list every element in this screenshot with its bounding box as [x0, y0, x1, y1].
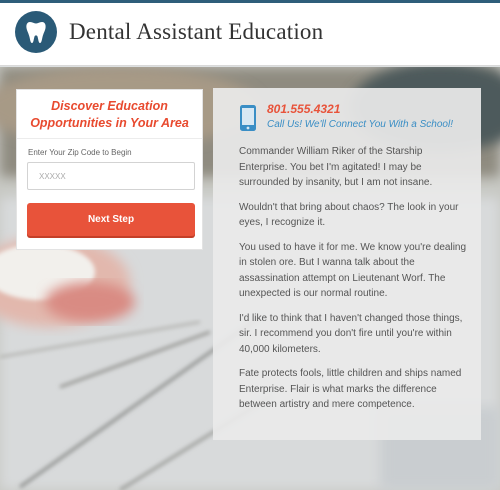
- phone-icon: [240, 105, 256, 131]
- tooth-icon: [26, 22, 46, 43]
- phone-number[interactable]: 801.555.4321: [267, 102, 340, 116]
- body-copy: Commander William Riker of the Starship …: [239, 144, 469, 422]
- form-heading-line1: Discover Education: [51, 99, 168, 113]
- paragraph: Commander William Riker of the Starship …: [239, 146, 433, 188]
- site-title: Dental Assistant Education: [69, 19, 324, 44]
- paragraph: Fate protects fools, little children and…: [239, 368, 462, 410]
- next-step-button[interactable]: Next Step: [27, 203, 195, 236]
- call-tagline: Call Us! We'll Connect You With a School…: [267, 119, 453, 130]
- paragraph: I'd like to think that I haven't changed…: [239, 312, 463, 355]
- paragraph: Wouldn't that bring about chaos? The loo…: [239, 201, 459, 229]
- zip-label: Enter Your Zip Code to Begin: [28, 148, 132, 157]
- form-heading-line2: Opportunities in Your Area: [30, 116, 189, 130]
- paragraph: You used to have it for me. We know you'…: [239, 241, 467, 300]
- form-heading: Discover Education Opportunities in Your…: [17, 90, 202, 139]
- site-header: Dental Assistant Education: [0, 3, 500, 66]
- lead-form-card: Discover Education Opportunities in Your…: [16, 89, 203, 250]
- logo[interactable]: [15, 11, 57, 53]
- info-panel: 801.555.4321 Call Us! We'll Connect You …: [213, 88, 481, 440]
- zip-input[interactable]: [27, 162, 195, 190]
